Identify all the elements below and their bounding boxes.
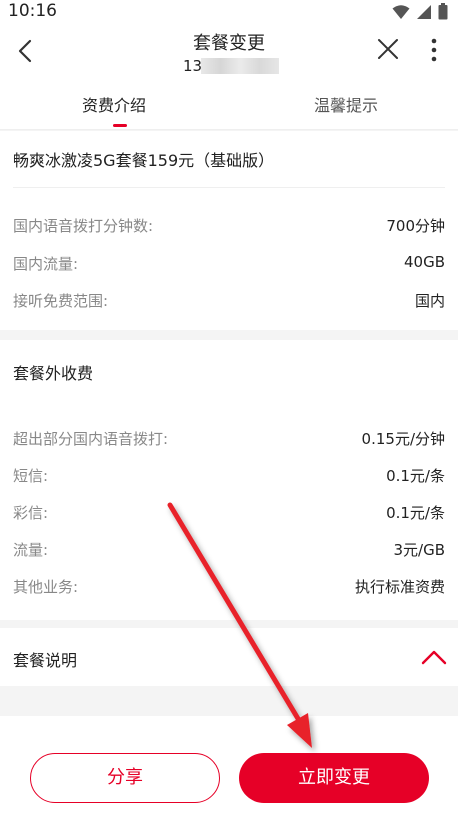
fee-row: 彩信: 0.1元/条 bbox=[13, 502, 445, 526]
close-button[interactable] bbox=[376, 37, 400, 61]
plan-description-title: 套餐说明 bbox=[13, 651, 78, 670]
active-tab-indicator bbox=[113, 124, 127, 127]
plan-row-value: 40GB bbox=[403, 253, 445, 271]
wifi-icon bbox=[392, 4, 410, 19]
change-now-button[interactable]: 立即变更 bbox=[239, 753, 429, 803]
chevron-up-icon[interactable] bbox=[420, 647, 448, 667]
plan-row-label: 国内语音拨打分钟数: bbox=[13, 217, 154, 235]
share-button[interactable]: 分享 bbox=[30, 753, 220, 803]
signal-icon bbox=[417, 4, 431, 19]
bottom-action-bar: 分享 立即变更 bbox=[0, 716, 458, 820]
extra-fees-title: 套餐外收费 bbox=[13, 364, 94, 383]
plan-row-label: 国内流量: bbox=[13, 255, 79, 273]
status-bar: 10:16 bbox=[0, 0, 458, 24]
more-button[interactable] bbox=[424, 37, 444, 63]
tab-fee-intro[interactable]: 资费介绍 bbox=[44, 92, 184, 116]
fee-row-label: 其他业务: bbox=[13, 578, 79, 596]
plan-row: 国内流量: 40GB bbox=[13, 253, 445, 277]
plan-name: 畅爽冰激凌5G套餐159元（基础版） bbox=[13, 151, 275, 170]
plan-row-label: 接听免费范围: bbox=[13, 292, 109, 310]
fee-row: 短信: 0.1元/条 bbox=[13, 465, 445, 489]
plan-row-value: 700分钟 bbox=[386, 217, 445, 235]
status-time: 10:16 bbox=[8, 1, 57, 21]
fee-row-label: 彩信: bbox=[13, 504, 49, 522]
divider bbox=[13, 187, 445, 188]
fee-row-value: 0.1元/条 bbox=[386, 504, 445, 522]
battery-icon bbox=[438, 3, 448, 20]
plan-row: 国内语音拨打分钟数: 700分钟 bbox=[13, 215, 445, 239]
fee-row: 流量: 3元/GB bbox=[13, 539, 445, 563]
fee-row-value: 3元/GB bbox=[393, 541, 445, 559]
plan-description-toggle[interactable]: 套餐说明 bbox=[0, 628, 458, 686]
tab-bar: 资费介绍 温馨提示 bbox=[0, 86, 458, 130]
plan-card: 畅爽冰激凌5G套餐159元（基础版） 国内语音拨打分钟数: 700分钟 国内流量… bbox=[0, 131, 458, 330]
status-icons bbox=[392, 3, 448, 20]
extra-fees-card: 套餐外收费 超出部分国内语音拨打: 0.15元/分钟 短信: 0.1元/条 彩信… bbox=[0, 340, 458, 620]
fee-row-value: 0.1元/条 bbox=[386, 467, 445, 485]
plan-row: 接听免费范围: 国内 bbox=[13, 290, 445, 314]
phone-number: 13 bbox=[183, 57, 203, 75]
header: 套餐变更 13 bbox=[0, 24, 458, 86]
phone-number-mask bbox=[201, 58, 279, 74]
fee-row-label: 流量: bbox=[13, 541, 49, 559]
fee-row-value: 执行标准资费 bbox=[354, 578, 445, 596]
close-icon bbox=[378, 39, 398, 59]
fee-row-label: 超出部分国内语音拨打: bbox=[13, 430, 169, 448]
plan-row-value: 国内 bbox=[414, 292, 445, 310]
fee-row: 超出部分国内语音拨打: 0.15元/分钟 bbox=[13, 428, 445, 452]
fee-row: 其他业务: 执行标准资费 bbox=[13, 576, 445, 600]
tab-tips[interactable]: 温馨提示 bbox=[276, 92, 416, 116]
fee-row-value: 0.15元/分钟 bbox=[361, 430, 445, 448]
fee-row-label: 短信: bbox=[13, 467, 49, 485]
more-vertical-icon bbox=[431, 38, 437, 62]
